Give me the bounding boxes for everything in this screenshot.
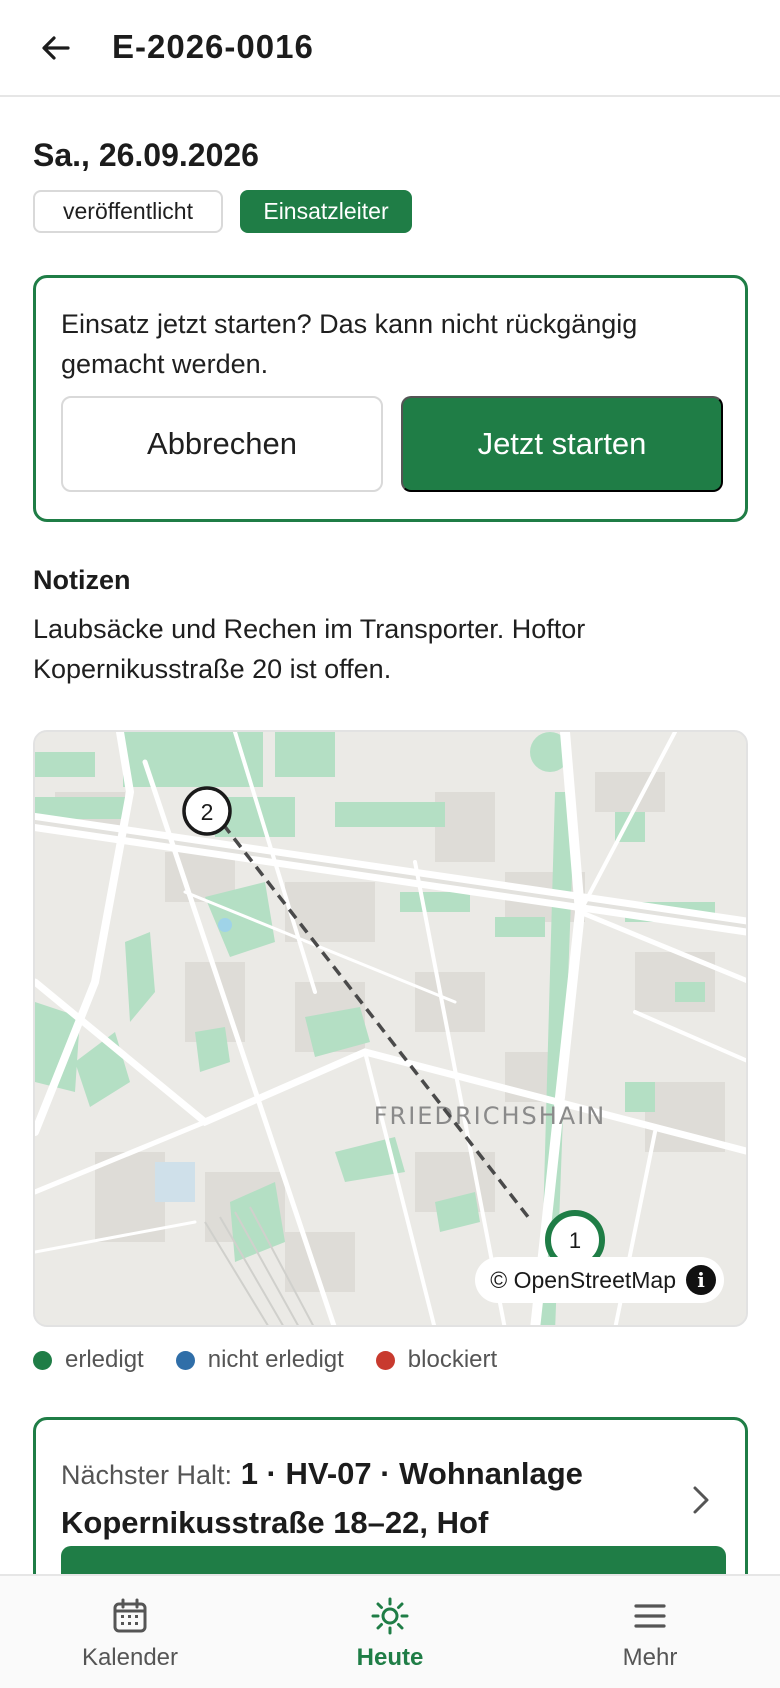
legend-item-blocked: blockiert [375, 1346, 498, 1374]
cancel-button[interactable]: Abbrechen [61, 396, 383, 492]
notes-heading: Notizen [33, 565, 131, 595]
arrow-left-icon [42, 36, 70, 60]
next-stop-text: Nächster Halt: 1 · HV-07 · Wohnanlage Ko… [61, 1450, 661, 1547]
sun-icon [370, 1596, 410, 1636]
legend-dot-blocked [375, 1350, 395, 1370]
svg-text:1: 1 [569, 1228, 581, 1253]
app-bar: E-2026-0016 [0, 0, 780, 97]
attribution-text: © OpenStreetMap [490, 1266, 676, 1293]
nav-label-kalender: Kalender [81, 1644, 179, 1671]
map-attribution: © OpenStreetMap i [475, 1257, 724, 1303]
map-marker-2[interactable]: 2 [182, 786, 232, 836]
back-button[interactable] [28, 20, 84, 76]
legend-dot-done [33, 1350, 52, 1370]
district-label: FRIEDRICHSHAIN [374, 1102, 607, 1130]
menu-icon [630, 1596, 670, 1636]
map-legend: erledigt nicht erledigt blockiert [33, 1345, 529, 1375]
start-now-button[interactable]: Jetzt starten [401, 396, 723, 492]
nav-label-heute: Heute [356, 1644, 424, 1671]
main-content[interactable]: Sa., 26.09.2026 veröffentlicht Einsatzle… [0, 99, 780, 1574]
nav-item-heute[interactable]: Heute [260, 1576, 520, 1688]
legend-item-not-done: nicht erledigt [175, 1346, 344, 1374]
next-stop-label: Nächster Halt: [61, 1460, 233, 1490]
svg-text:2: 2 [201, 799, 214, 825]
notes-text: Laubsäcke und Rechen im Transporter. Hof… [33, 614, 586, 684]
bottom-navigation: Kalender Heute Mehr [0, 1574, 780, 1688]
event-date: Sa., 26.09.2026 [33, 137, 259, 173]
start-confirmation-card: Einsatz jetzt starten? Das kann nicht rü… [33, 275, 748, 522]
next-stop-action-button[interactable] [61, 1546, 726, 1574]
nav-item-mehr[interactable]: Mehr [520, 1576, 780, 1688]
calendar-icon [110, 1596, 150, 1636]
role-chip: Einsatzleiter [240, 190, 412, 233]
info-icon[interactable]: i [686, 1265, 716, 1295]
map-tiles: FRIEDRICHSHAIN 2 1 [35, 732, 746, 1325]
chevron-right-icon [693, 1486, 709, 1514]
confirmation-message: Einsatz jetzt starten? Das kann nicht rü… [61, 309, 638, 379]
legend-dot-not-done [175, 1350, 195, 1370]
legend-item-done: erledigt [33, 1346, 144, 1374]
page-title: E-2026-0016 [112, 28, 314, 65]
next-stop-card[interactable]: Nächster Halt: 1 · HV-07 · Wohnanlage Ko… [33, 1417, 748, 1574]
status-chip: veröffentlicht [33, 190, 223, 233]
nav-label-mehr: Mehr [622, 1644, 678, 1671]
legend-label-not-done: nicht erledigt [207, 1346, 344, 1373]
legend-label-blocked: blockiert [407, 1346, 498, 1373]
legend-label-done: erledigt [65, 1346, 144, 1373]
route-map[interactable]: FRIEDRICHSHAIN 2 1 © OpenStreetMap i [33, 730, 748, 1327]
nav-item-kalender[interactable]: Kalender [0, 1576, 260, 1688]
